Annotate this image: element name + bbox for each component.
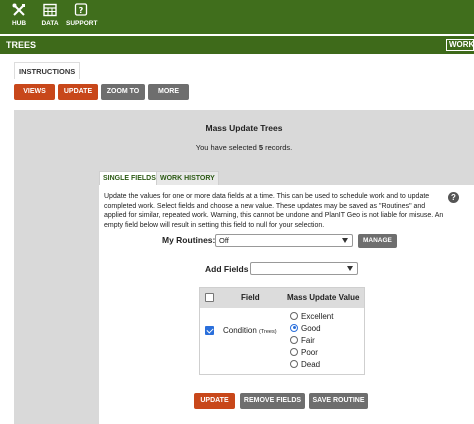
select-all-checkbox[interactable] — [205, 293, 214, 302]
routines-label: My Routines: — [162, 235, 216, 245]
nav-hub-label: HUB — [11, 20, 27, 27]
selection-suffix: records. — [265, 143, 293, 152]
question-icon: ? — [74, 3, 88, 16]
zoom-to-button[interactable]: ZOOM TO — [101, 84, 145, 100]
title-bar: TREES WORK — [0, 36, 474, 54]
more-button[interactable]: MORE — [148, 84, 189, 100]
radio-label: Dead — [301, 360, 321, 369]
remove-fields-button[interactable]: REMOVE FIELDS — [240, 393, 305, 409]
views-button[interactable]: VIEWS — [14, 84, 55, 100]
record-count: 5 — [258, 143, 264, 152]
nav-support[interactable]: ? SUPPORT — [66, 3, 98, 27]
tab-single-fields[interactable]: SINGLE FIELDS — [99, 171, 160, 185]
nav-data-label: DATA — [41, 20, 59, 27]
tools-icon — [12, 3, 25, 16]
single-fields-panel: Update the values for one or more data f… — [99, 185, 474, 424]
tab-instructions[interactable]: INSTRUCTIONS — [14, 62, 81, 79]
update-button[interactable]: UPDATE — [58, 84, 98, 100]
radio-option-good[interactable]: Good — [290, 323, 321, 336]
add-fields-select[interactable] — [250, 262, 358, 275]
page-title: TREES — [6, 40, 37, 50]
svg-text:?: ? — [79, 6, 84, 15]
save-routine-button[interactable]: SAVE ROUTINE — [309, 393, 368, 409]
footer-update-button[interactable]: UPDATE — [194, 393, 235, 409]
nav-support-label: SUPPORT — [66, 20, 98, 27]
row-checkbox[interactable] — [205, 326, 214, 335]
radio-label: Poor — [301, 348, 318, 357]
radio-option-dead[interactable]: Dead — [290, 359, 321, 372]
radio-button[interactable] — [290, 335, 298, 344]
radio-option-excellent[interactable]: Excellent — [290, 311, 334, 324]
top-nav-bar: HUB DATA ? SUPPORT — [0, 0, 474, 34]
chevron-down-icon — [342, 238, 348, 243]
radio-button[interactable] — [290, 359, 298, 368]
panel-title: Mass Update Trees — [205, 123, 283, 133]
chevron-down-icon — [347, 266, 353, 271]
help-icon[interactable]: ? — [448, 192, 459, 203]
selection-prefix: You have selected — [195, 143, 257, 152]
radio-button[interactable] — [290, 347, 298, 356]
radio-option-poor[interactable]: Poor — [290, 347, 318, 360]
radio-label: Good — [301, 324, 321, 333]
radio-label: Fair — [301, 336, 315, 345]
mass-update-panel: Mass Update Trees You have selected 5 re… — [14, 110, 474, 424]
column-header-field: Field — [241, 293, 260, 302]
fields-table: Field Mass Update Value Condition (Trees… — [199, 287, 365, 375]
field-name: Condition — [223, 326, 257, 335]
nav-data[interactable]: DATA — [35, 3, 65, 27]
tab-work-history[interactable]: WORK HISTORY — [156, 171, 219, 185]
instructions-text: Update the values for one or more data f… — [104, 193, 444, 229]
radio-option-fair[interactable]: Fair — [290, 335, 315, 348]
routines-select[interactable]: Off — [215, 234, 353, 247]
radio-label: Excellent — [301, 312, 334, 321]
radio-button[interactable] — [290, 311, 298, 320]
add-fields-label: Add Fields — [205, 264, 249, 274]
manage-button[interactable]: MANAGE — [358, 234, 397, 248]
table-header: Field Mass Update Value — [200, 288, 364, 308]
routines-value: Off — [219, 236, 229, 245]
column-header-value: Mass Update Value — [287, 293, 360, 302]
nav-hub[interactable]: HUB — [4, 3, 34, 27]
table-icon — [43, 3, 57, 17]
radio-button[interactable] — [290, 323, 298, 332]
field-layer: (Trees) — [259, 329, 277, 335]
work-tab[interactable]: WORK — [446, 39, 474, 51]
selection-summary: You have selected 5 records. — [14, 143, 474, 152]
field-label-condition: Condition (Trees) — [223, 326, 277, 335]
